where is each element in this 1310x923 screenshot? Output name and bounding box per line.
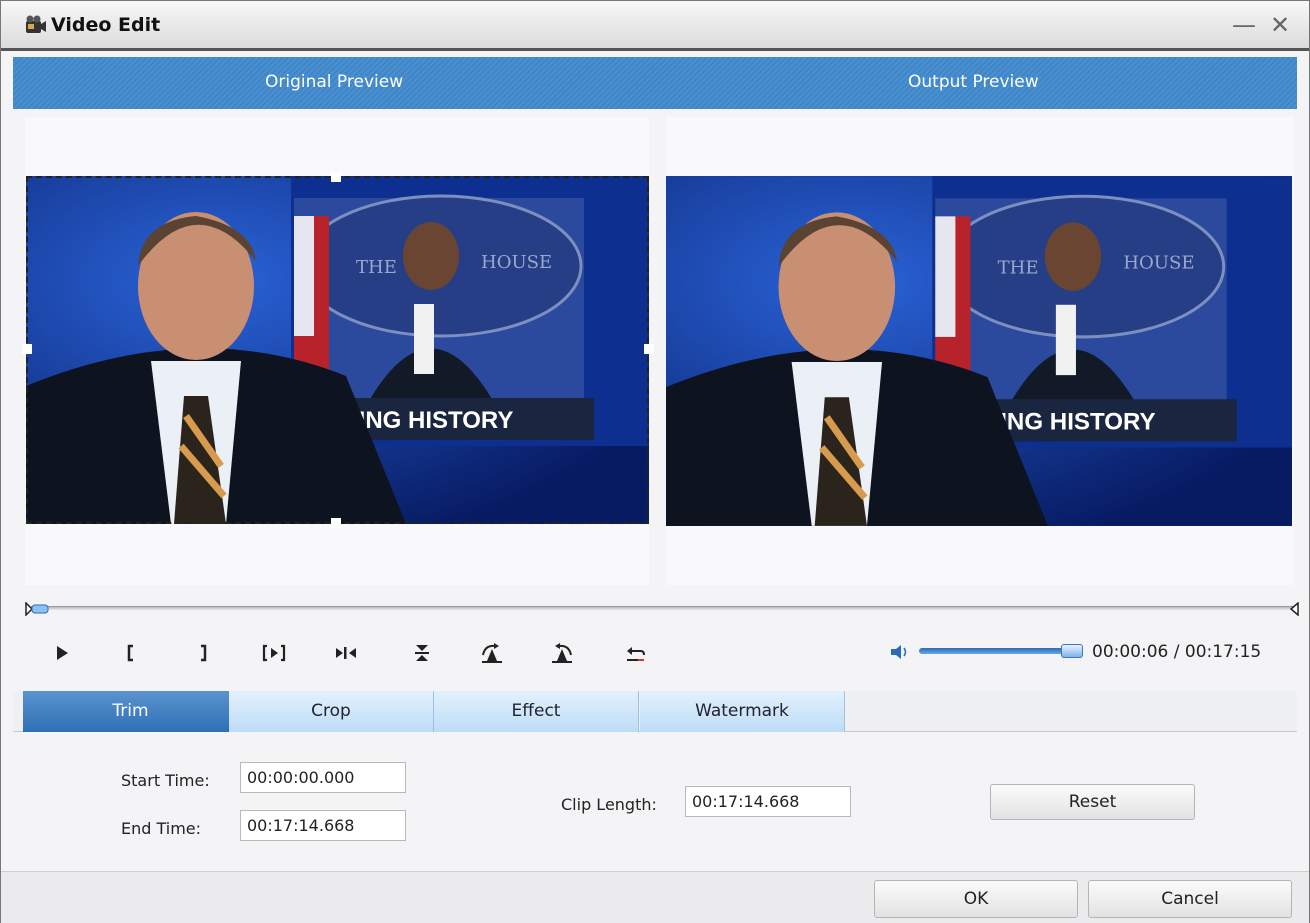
minimize-icon[interactable]: — <box>1231 11 1257 39</box>
mark-in-icon[interactable] <box>119 641 145 665</box>
trim-panel: Start Time: End Time: Clip Length: Reset <box>13 733 1297 871</box>
app-icon <box>25 15 47 35</box>
timeline-slider[interactable] <box>25 601 1299 617</box>
backdrop-text-left: THE <box>356 257 397 278</box>
output-video-frame: THE HOUSE MAKING HISTORY <box>666 176 1292 526</box>
cancel-button[interactable]: Cancel <box>1088 880 1292 918</box>
crop-handle-left[interactable] <box>22 344 32 354</box>
step-icon[interactable] <box>333 641 359 665</box>
close-icon[interactable]: ✕ <box>1267 11 1293 39</box>
end-marker-icon[interactable] <box>1287 601 1299 617</box>
volume-knob[interactable] <box>1061 644 1083 658</box>
clip-length-input[interactable] <box>685 786 851 817</box>
volume-icon[interactable] <box>889 642 911 662</box>
crop-handle-right[interactable] <box>644 344 654 354</box>
original-video-frame: THE HOUSE MAKING HISTORY <box>26 176 649 524</box>
output-preview-label: Output Preview <box>908 72 1039 92</box>
play-selection-icon[interactable] <box>261 641 287 665</box>
video-frame-illustration: THE HOUSE MAKING HISTORY <box>666 176 1292 526</box>
backdrop-text-left: THE <box>998 258 1039 279</box>
edit-tabs: Trim Crop Effect Watermark <box>13 691 1297 732</box>
mark-out-icon[interactable] <box>189 641 215 665</box>
backdrop-text-right: HOUSE <box>1123 253 1194 274</box>
end-time-input[interactable] <box>240 810 406 841</box>
play-icon[interactable] <box>49 641 75 665</box>
crop-handle-top[interactable] <box>331 172 341 182</box>
tab-crop[interactable]: Crop <box>229 691 434 732</box>
undo-icon[interactable] <box>623 641 649 665</box>
tab-trim[interactable]: Trim <box>23 691 239 732</box>
crop-handle-bottom[interactable] <box>331 518 341 528</box>
clip-length-label: Clip Length: <box>561 795 657 814</box>
flip-vertical-icon[interactable] <box>409 641 435 665</box>
rotate-left-icon[interactable] <box>549 641 575 665</box>
volume-slider[interactable] <box>919 648 1081 654</box>
time-readout: 00:00:06 / 00:17:15 <box>1092 642 1262 662</box>
window-title: Video Edit <box>51 14 161 36</box>
timeline-track[interactable] <box>31 606 1293 610</box>
video-frame-illustration: THE HOUSE MAKING HISTORY <box>26 176 649 524</box>
title-bar: Video Edit — ✕ <box>1 1 1309 51</box>
end-time-label: End Time: <box>121 819 202 838</box>
start-time-input[interactable] <box>240 762 406 793</box>
reset-button[interactable]: Reset <box>990 784 1195 820</box>
preview-header: Original Preview Output Preview <box>13 57 1297 109</box>
backdrop-text-right: HOUSE <box>481 252 552 273</box>
video-edit-window: Video Edit — ✕ Original Preview Output P… <box>0 0 1310 923</box>
ok-button[interactable]: OK <box>874 880 1078 918</box>
original-preview-label: Original Preview <box>265 72 404 92</box>
tab-effect[interactable]: Effect <box>434 691 639 732</box>
rotate-right-icon[interactable] <box>479 641 505 665</box>
tab-watermark[interactable]: Watermark <box>640 691 845 732</box>
start-marker-icon[interactable] <box>25 601 51 617</box>
dialog-footer: OK Cancel <box>1 871 1309 923</box>
start-time-label: Start Time: <box>121 771 210 790</box>
